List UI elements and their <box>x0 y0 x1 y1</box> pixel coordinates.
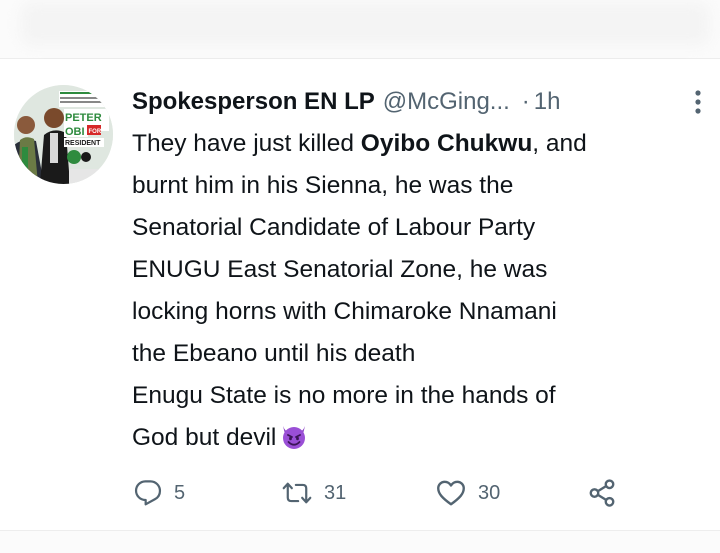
svg-text:FOR: FOR <box>89 129 102 135</box>
display-name[interactable]: Spokesperson EN LP <box>132 88 375 116</box>
smiling-devil-emoji-icon <box>280 422 308 450</box>
avatar[interactable]: PETER OBI FOR RESIDENT <box>14 85 113 184</box>
tweet-text-line: burnt him in his Sienna, he was the <box>132 172 514 199</box>
share-icon <box>589 479 615 507</box>
tweet-text-line: Enugu State is no more in the hands of <box>132 382 556 409</box>
tweet-text: They have just killed Oyibo Chukwu, and … <box>132 123 717 459</box>
retweet-icon <box>282 482 312 504</box>
tweet-text-segment: , and <box>532 130 587 157</box>
retweet-count: 31 <box>324 481 347 504</box>
reply-button[interactable]: 5 <box>134 475 185 511</box>
next-tweet-strip <box>0 530 720 553</box>
header-separator: · <box>521 88 530 115</box>
svg-text:RESIDENT: RESIDENT <box>65 140 101 147</box>
previous-tweet-strip <box>0 0 720 59</box>
timestamp[interactable]: 1h <box>534 88 561 116</box>
reply-icon <box>134 480 162 506</box>
tweet[interactable]: PETER OBI FOR RESIDENT Spokesperson EN L… <box>0 59 720 529</box>
avatar-image: PETER OBI FOR RESIDENT <box>14 85 113 184</box>
tweet-actions: 5 31 30 <box>132 475 632 511</box>
tweet-text-bold: Oyibo Chukwu <box>360 130 533 157</box>
tweet-text-line: the Ebeano until his death <box>132 340 416 367</box>
like-count: 30 <box>478 481 501 504</box>
user-handle[interactable]: @McGing... <box>383 88 510 116</box>
heart-icon <box>437 480 465 506</box>
svg-text:PETER: PETER <box>65 112 102 124</box>
reply-count: 5 <box>174 481 186 504</box>
svg-text:OBI: OBI <box>65 126 85 138</box>
tweet-text-line: Senatorial Candidate of Labour Party <box>132 214 536 241</box>
tweet-text-line: They have just killed Oyibo Chukwu, and <box>132 123 717 165</box>
tweet-header: Spokesperson EN LP @McGing... · 1h <box>132 84 712 120</box>
previous-tweet-shade <box>20 2 710 46</box>
share-button[interactable] <box>587 475 617 511</box>
more-icon[interactable] <box>688 88 708 116</box>
tweet-text-line: locking horns with Chimaroke Nnamani <box>132 298 557 325</box>
tweet-text-line: God but devil <box>132 417 717 459</box>
like-button[interactable]: 30 <box>436 475 500 511</box>
tweet-text-line: ENUGU East Senatorial Zone, he was <box>132 256 548 283</box>
tweet-text-segment: They have just killed <box>132 130 361 157</box>
tweet-text-segment: God but devil <box>132 424 277 451</box>
retweet-button[interactable]: 31 <box>282 475 346 511</box>
